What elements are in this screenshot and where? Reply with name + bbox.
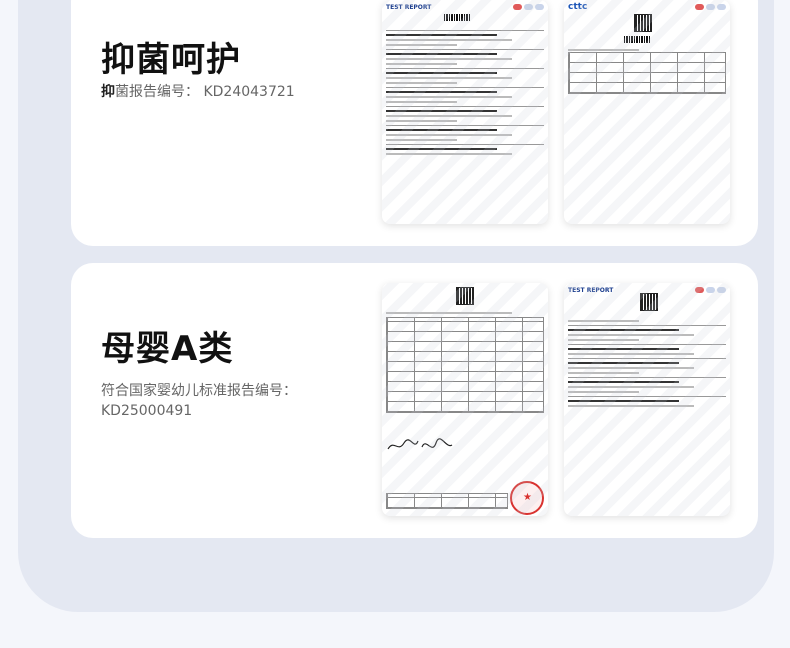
results-table-image bbox=[568, 52, 726, 94]
watermark-pattern bbox=[564, 0, 730, 224]
qr-code-image bbox=[640, 293, 658, 311]
report-label: 菌报告编号： bbox=[115, 84, 199, 100]
report-info-table-image bbox=[386, 317, 544, 413]
document-text-lines bbox=[386, 309, 544, 317]
cttc-logo: cttc bbox=[568, 2, 588, 12]
report-number: KD25000491 bbox=[101, 403, 193, 419]
section-title: 抑菌呵护 bbox=[101, 40, 241, 80]
report-document-image: TEST REPORT bbox=[564, 283, 730, 516]
document-text-lines bbox=[386, 30, 544, 158]
barcode-image bbox=[444, 14, 470, 21]
document-text-lines bbox=[568, 317, 726, 410]
qr-code-image bbox=[634, 14, 652, 32]
outer-panel: 抑菌呵护 抑菌报告编号： KD24043721 TEST REPORT cttc… bbox=[18, 0, 774, 612]
signature-table-image bbox=[386, 493, 508, 509]
document-header: cttc bbox=[564, 0, 730, 14]
report-number: KD24043721 bbox=[203, 84, 295, 100]
maternal-infant-card: 母婴A类 符合国家婴幼儿标准报告编号： KD25000491 TEST REPO… bbox=[71, 263, 758, 538]
section-title: 母婴A类 bbox=[101, 329, 234, 369]
report-logo-text: TEST REPORT bbox=[568, 286, 614, 294]
report-logo-text: TEST REPORT bbox=[386, 3, 432, 11]
report-number-line: 抑菌报告编号： KD24043721 bbox=[101, 82, 295, 102]
official-stamp-image bbox=[510, 481, 544, 515]
antibacterial-card: 抑菌呵护 抑菌报告编号： KD24043721 TEST REPORT cttc bbox=[71, 0, 758, 246]
report-document-image: cttc bbox=[564, 0, 730, 224]
qr-code-image bbox=[456, 287, 474, 305]
report-label-bold: 抑 bbox=[101, 84, 115, 100]
report-label: 符合国家婴幼儿标准报告编号： bbox=[101, 383, 297, 399]
report-number-line: 符合国家婴幼儿标准报告编号： KD25000491 bbox=[101, 381, 311, 421]
report-document-image: TEST REPORT bbox=[382, 0, 548, 224]
signature-image bbox=[387, 438, 453, 450]
barcode-image bbox=[624, 36, 650, 43]
certification-logos bbox=[695, 4, 726, 10]
certification-logos bbox=[695, 287, 726, 293]
document-header: TEST REPORT bbox=[382, 0, 548, 14]
certification-logos bbox=[513, 4, 544, 10]
report-document-image bbox=[382, 283, 548, 516]
